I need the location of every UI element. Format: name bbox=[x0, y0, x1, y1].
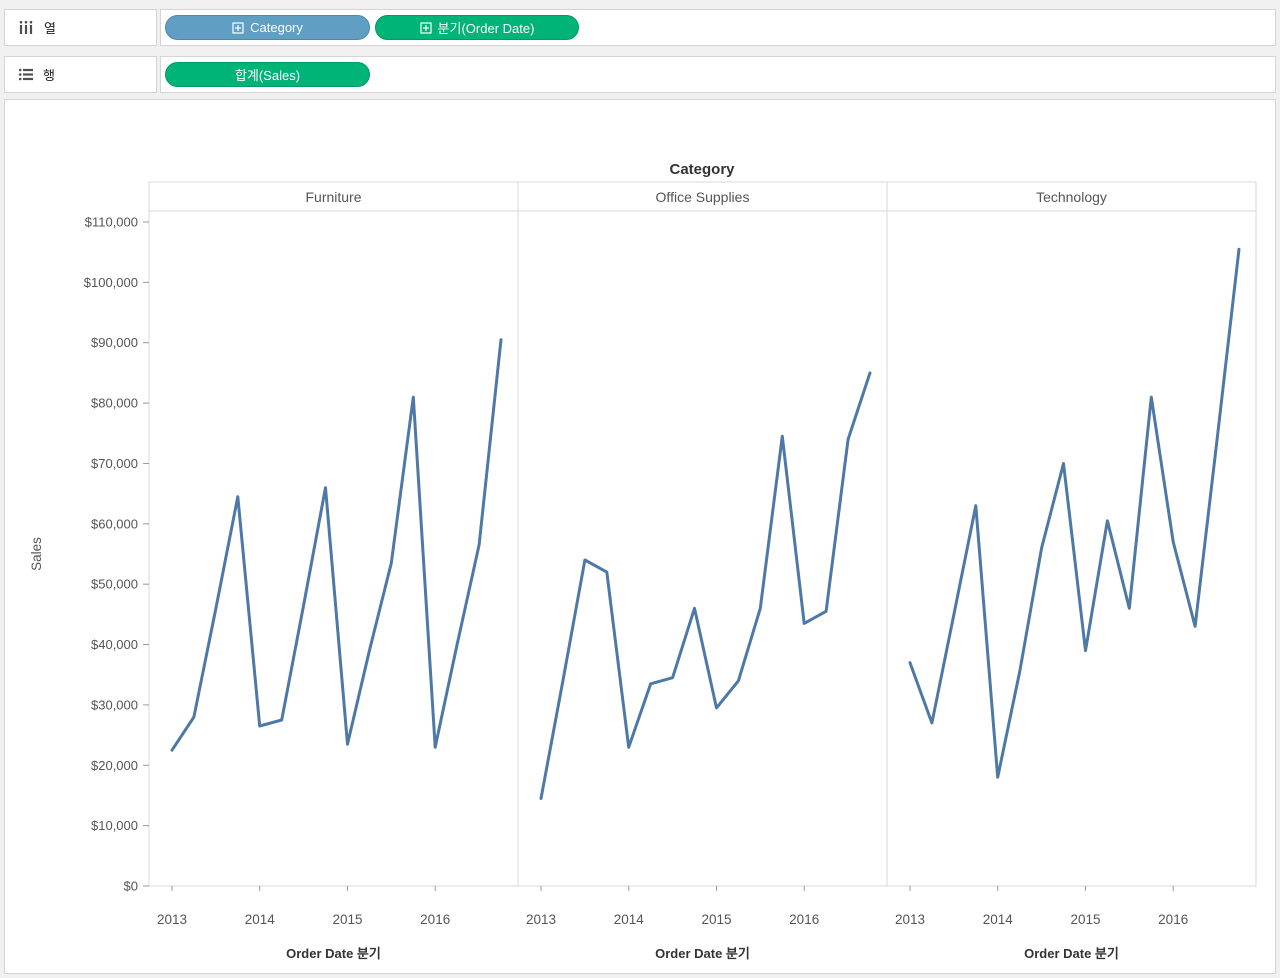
columns-shelf-title: 열 bbox=[44, 21, 56, 36]
chart-frame bbox=[148, 181, 1257, 887]
y-tick-label: $50,000 bbox=[91, 577, 138, 592]
rows-shelf-row: 행 합계(Sales) bbox=[4, 56, 1276, 93]
pill-label: 합계(Sales) bbox=[234, 68, 301, 83]
y-tick-label: $20,000 bbox=[91, 758, 138, 773]
rows-icon bbox=[18, 67, 34, 82]
pill-label: Category bbox=[250, 20, 303, 35]
columns-icon bbox=[18, 20, 35, 35]
x-axis-title: Order Date 분기 bbox=[1024, 946, 1119, 961]
y-tick-label: $70,000 bbox=[91, 456, 138, 471]
pill-quarter-order-date[interactable]: 분기(Order Date) bbox=[375, 15, 579, 40]
y-tick-label: $80,000 bbox=[91, 396, 138, 411]
sales-line-office-supplies[interactable] bbox=[539, 371, 872, 800]
x-tick-label: 2016 bbox=[789, 912, 819, 927]
x-axis-title: Order Date 분기 bbox=[655, 946, 750, 961]
expand-icon[interactable] bbox=[232, 21, 244, 34]
columns-shelf-label: 열 bbox=[4, 9, 157, 46]
y-tick-label: $40,000 bbox=[91, 637, 138, 652]
pill-label: 분기(Order Date) bbox=[437, 21, 535, 36]
pill-category[interactable]: Category bbox=[165, 15, 370, 40]
x-tick-label: 2016 bbox=[1158, 912, 1188, 927]
y-tick-label: $100,000 bbox=[84, 275, 138, 290]
x-tick-label: 2013 bbox=[157, 912, 187, 927]
expand-icon[interactable] bbox=[419, 21, 432, 34]
y-tick-label: $60,000 bbox=[91, 516, 138, 531]
sales-line-furniture[interactable] bbox=[170, 338, 503, 752]
y-tick-label: $110,000 bbox=[85, 215, 138, 230]
x-tick-label: 2013 bbox=[526, 912, 556, 927]
x-tick-label: 2015 bbox=[1070, 912, 1100, 927]
y-tick-label: $90,000 bbox=[91, 335, 138, 350]
panel-header: Furniture bbox=[305, 189, 361, 205]
chart-title: Category bbox=[669, 161, 735, 178]
x-tick-label: 2015 bbox=[701, 912, 731, 927]
y-tick-label: $30,000 bbox=[91, 697, 138, 712]
x-tick-label: 2015 bbox=[332, 912, 362, 927]
rows-shelf-label: 행 bbox=[4, 56, 157, 93]
x-tick-label: 2014 bbox=[614, 912, 645, 927]
x-axis-title: Order Date 분기 bbox=[286, 946, 381, 961]
y-tick-label: $0 bbox=[124, 879, 138, 894]
panel-header: Office Supplies bbox=[656, 189, 750, 205]
columns-shelf[interactable]: Category 분기(Order Date) bbox=[160, 9, 1276, 46]
columns-shelf-row: 열 Category 분기(Order Date) bbox=[4, 9, 1276, 46]
sales-line-technology[interactable] bbox=[908, 247, 1241, 779]
chart-svg: Category Sales Furniture 2013 2014 2015 2016… bbox=[29, 161, 1257, 961]
x-tick-label: 2016 bbox=[420, 912, 450, 927]
panel-header: Technology bbox=[1036, 189, 1107, 205]
x-tick-label: 2014 bbox=[983, 912, 1014, 927]
x-tick-label: 2013 bbox=[895, 912, 925, 927]
chart-area: Category Sales Furniture 2013 2014 2015 2016… bbox=[4, 99, 1276, 974]
rows-shelf[interactable]: 합계(Sales) bbox=[160, 56, 1276, 93]
rows-shelf-title: 행 bbox=[43, 68, 55, 83]
y-tick-label: $10,000 bbox=[91, 818, 138, 833]
pill-sum-sales[interactable]: 합계(Sales) bbox=[165, 62, 370, 87]
x-tick-label: 2014 bbox=[245, 912, 276, 927]
y-axis-title: Sales bbox=[29, 537, 44, 571]
